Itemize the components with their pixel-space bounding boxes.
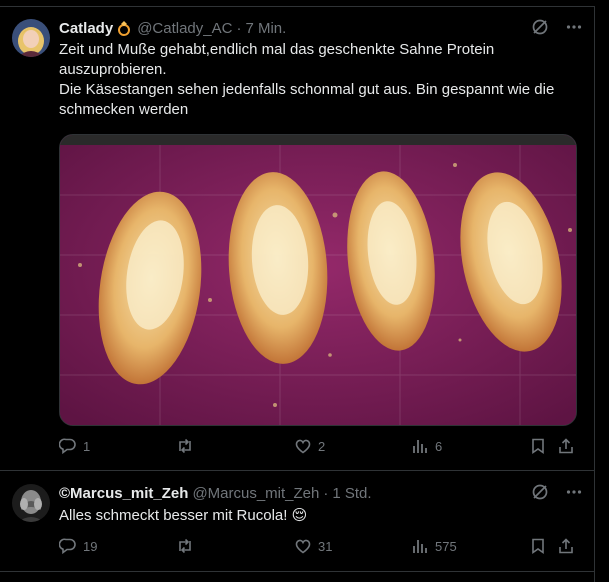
bookmark-icon: [529, 437, 547, 455]
display-name[interactable]: Catlady: [59, 20, 113, 37]
more-icon[interactable]: [565, 18, 583, 36]
like-button[interactable]: 2: [294, 437, 325, 455]
like-count: 31: [318, 538, 333, 554]
views-button[interactable]: 575: [411, 537, 457, 555]
share-button[interactable]: [557, 537, 575, 555]
text-line: Die Käsestangen sehen jedenfalls schonma…: [59, 81, 555, 98]
reply-icon: [59, 437, 77, 455]
text-line: schmecken werden: [59, 101, 189, 118]
reply-count: 1: [83, 438, 91, 454]
separator: ·: [323, 484, 329, 502]
grok-icon[interactable]: [531, 483, 549, 501]
reply-count: 19: [83, 538, 98, 554]
ring-icon: [115, 19, 133, 37]
separator: ·: [236, 19, 242, 37]
bookmark-icon: [529, 537, 547, 555]
retweet-icon: [176, 437, 194, 455]
tweet-header: ©Marcus_mit_Zeh @Marcus_mit_Zeh · 1 Std.: [59, 483, 583, 503]
tweet-text: Zeit und Muße gehabt,endlich mal das ges…: [59, 40, 575, 120]
tweet-actions: 1 2 6: [59, 437, 577, 457]
grok-icon[interactable]: [531, 18, 549, 36]
tweet-photo[interactable]: [59, 134, 577, 426]
avatar[interactable]: [12, 484, 50, 522]
views-button[interactable]: 6: [411, 437, 442, 455]
tweet-text: Alles schmeckt besser mit Rucola! 😌: [59, 506, 575, 526]
text-line: auszuprobieren.: [59, 61, 167, 78]
reply-button[interactable]: 19: [59, 537, 97, 555]
more-icon[interactable]: [565, 483, 583, 501]
share-icon: [557, 537, 575, 555]
retweet-button[interactable]: [176, 437, 200, 455]
like-count: 2: [318, 438, 326, 454]
text-line: Alles schmeckt besser mit Rucola! 😌: [59, 507, 308, 524]
like-button[interactable]: 31: [294, 537, 332, 555]
share-icon: [557, 437, 575, 455]
tweet-actions: 19 31 575: [59, 537, 577, 557]
text-line: Zeit und Muße gehabt,endlich mal das ges…: [59, 41, 495, 58]
timestamp[interactable]: 7 Min.: [245, 20, 286, 37]
reply-icon: [59, 537, 77, 555]
timestamp[interactable]: 1 Std.: [332, 485, 371, 502]
heart-icon: [294, 537, 312, 555]
handle[interactable]: @Catlady_AC: [137, 20, 232, 37]
analytics-icon: [411, 437, 429, 455]
bookmark-button[interactable]: [529, 437, 547, 455]
tweet[interactable]: Catlady @Catlady_AC · 7 Min. Zeit und Mu…: [0, 6, 595, 471]
tweet-header: Catlady @Catlady_AC · 7 Min.: [59, 18, 583, 38]
heart-icon: [294, 437, 312, 455]
tweet[interactable]: ©Marcus_mit_Zeh @Marcus_mit_Zeh · 1 Std.…: [0, 472, 595, 572]
avatar[interactable]: [12, 19, 50, 57]
share-button[interactable]: [557, 437, 575, 455]
retweet-icon: [176, 537, 194, 555]
retweet-button[interactable]: [176, 537, 200, 555]
handle[interactable]: @Marcus_mit_Zeh: [192, 485, 319, 502]
display-name[interactable]: ©Marcus_mit_Zeh: [59, 485, 188, 502]
view-count: 6: [435, 438, 443, 454]
view-count: 575: [435, 538, 457, 554]
bookmark-button[interactable]: [529, 537, 547, 555]
reply-button[interactable]: 1: [59, 437, 90, 455]
analytics-icon: [411, 537, 429, 555]
